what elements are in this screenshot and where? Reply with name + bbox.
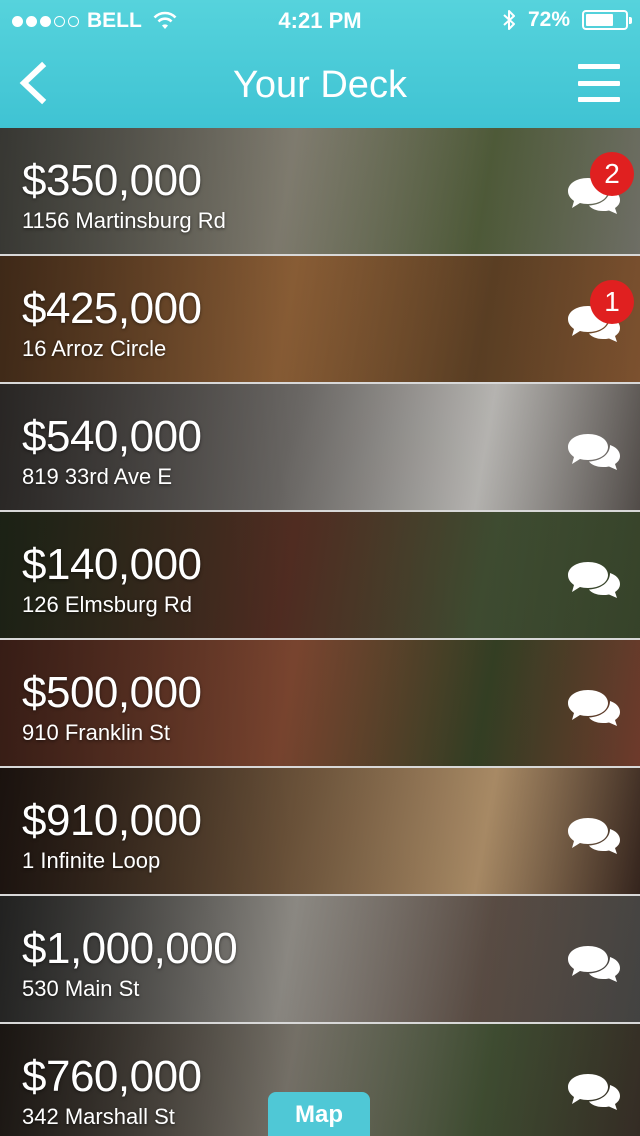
listing-address: 342 Marshall St — [22, 1104, 175, 1129]
chat-icon[interactable] — [566, 812, 622, 858]
battery-icon — [582, 10, 632, 30]
listing-address: 126 Elmsburg Rd — [22, 592, 192, 617]
listing-row[interactable]: $350,000 1156 Martinsburg Rd 2 — [0, 128, 640, 256]
listing-row[interactable]: $140,000 126 Elmsburg Rd — [0, 512, 640, 640]
listing-address: 16 Arroz Circle — [22, 336, 167, 361]
listing-price: $540,000 — [22, 412, 202, 461]
listing-row[interactable]: $1,000,000 530 Main St — [0, 896, 640, 1024]
nav-bar: Your Deck — [0, 40, 640, 128]
chat-icon[interactable] — [566, 428, 622, 474]
bluetooth-icon — [503, 10, 515, 30]
unread-badge: 1 — [590, 280, 634, 324]
listing-price: $350,000 — [22, 156, 202, 205]
battery-percent: 72% — [527, 8, 570, 31]
page-title: Your Deck — [233, 64, 407, 106]
listing-price: $1,000,000 — [22, 924, 238, 973]
listing-price: $760,000 — [22, 1052, 202, 1101]
listing-address: 1 Infinite Loop — [22, 848, 161, 873]
listing-row[interactable]: $910,000 1 Infinite Loop — [0, 768, 640, 896]
unread-badge: 2 — [590, 152, 634, 196]
header: BELL 4:21 PM 72% Your Deck — [0, 0, 640, 128]
hamburger-menu-icon[interactable] — [578, 64, 620, 102]
status-bar: BELL 4:21 PM 72% — [0, 0, 640, 40]
listing-price: $140,000 — [22, 540, 202, 589]
listing-row[interactable]: $425,000 16 Arroz Circle 1 — [0, 256, 640, 384]
chat-icon[interactable] — [566, 940, 622, 986]
status-right: 72% — [502, 8, 632, 32]
chat-icon[interactable] — [566, 684, 622, 730]
chat-icon[interactable] — [566, 1068, 622, 1114]
listing-list: $350,000 1156 Martinsburg Rd 2 $425,000 16 A… — [0, 128, 640, 1136]
listing-address: 1156 Martinsburg Rd — [22, 208, 226, 233]
listing-address: 910 Franklin St — [22, 720, 170, 745]
listing-price: $500,000 — [22, 668, 202, 717]
listing-address: 530 Main St — [22, 976, 140, 1001]
listing-address: 819 33rd Ave E — [22, 464, 173, 489]
listing-row[interactable]: $540,000 819 33rd Ave E — [0, 384, 640, 512]
listing-row[interactable]: $500,000 910 Franklin St — [0, 640, 640, 768]
map-button[interactable]: Map — [268, 1092, 370, 1136]
battery-level — [586, 14, 613, 26]
listing-price: $425,000 — [22, 284, 202, 333]
chat-icon[interactable] — [566, 556, 622, 602]
listing-price: $910,000 — [22, 796, 202, 845]
